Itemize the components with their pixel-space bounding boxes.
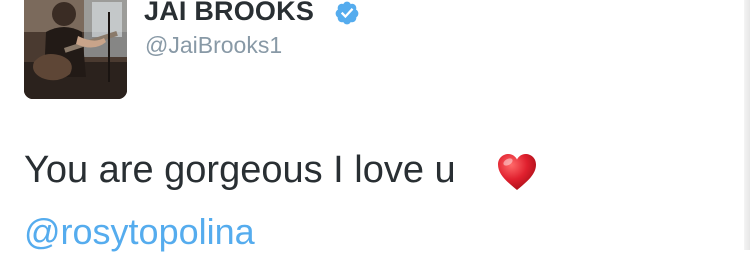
avatar-photo — [24, 0, 127, 99]
tweet-card: JAI BROOKS @JaiBrooks1 You are gorgeous … — [0, 0, 750, 252]
mention-link[interactable]: @rosytopolina — [24, 210, 255, 254]
tweet-text: You are gorgeous I love u — [24, 149, 456, 191]
page-edge-shadow — [744, 0, 750, 250]
verified-badge-icon — [335, 1, 359, 25]
user-handle[interactable]: @JaiBrooks1 — [145, 31, 282, 59]
avatar[interactable] — [24, 0, 127, 99]
red-heart-icon — [498, 154, 536, 190]
display-name[interactable]: JAI BROOKS — [144, 0, 314, 27]
